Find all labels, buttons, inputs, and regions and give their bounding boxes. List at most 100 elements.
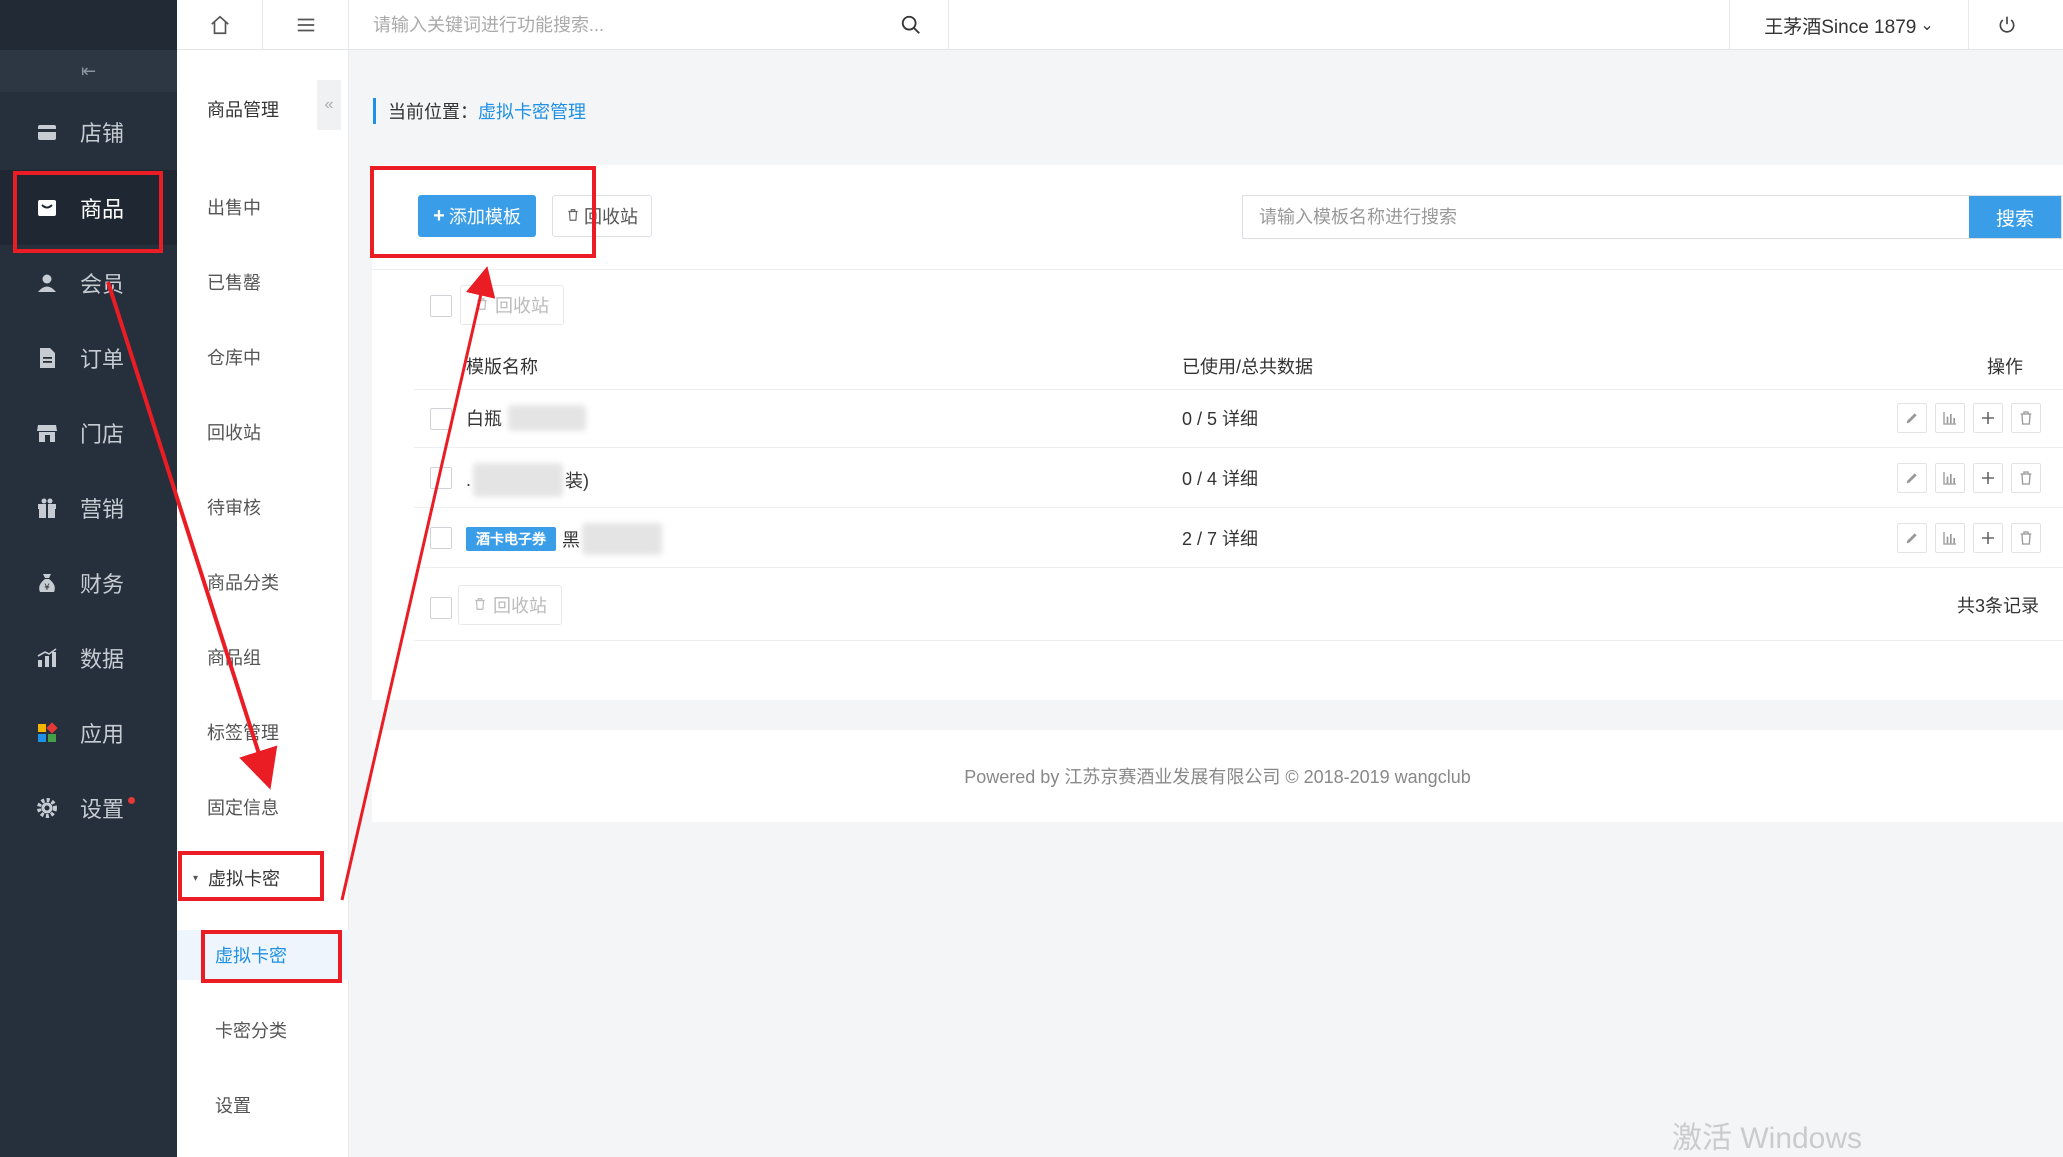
usage-detail-link[interactable]: 0 / 5 详细: [1182, 405, 1258, 431]
trash-icon[interactable]: [2011, 463, 2041, 493]
row-checkbox[interactable]: [430, 408, 452, 430]
bulk-recycle-label: 回收站: [495, 296, 549, 316]
table-row-name: . 装): [466, 463, 589, 497]
total-records: 共3条记录: [1956, 596, 2039, 616]
top-bar: 王茅酒Since 1879 ⌄: [177, 0, 2063, 50]
row-divider: [414, 507, 2063, 508]
plus-icon[interactable]: [1973, 463, 2003, 493]
table-row-name: 白瓶: [466, 405, 586, 431]
user-menu[interactable]: 王茅酒Since 1879 ⌄: [1729, 0, 1969, 50]
column-header-name: 模版名称: [466, 357, 538, 377]
breadcrumb-current-link[interactable]: 虚拟卡密管理: [478, 98, 586, 124]
row-actions: [1897, 523, 2041, 553]
collapse-menu-icon[interactable]: ⇤: [0, 50, 177, 92]
search-button[interactable]: 搜索: [1969, 196, 2061, 238]
footer-text: Powered by 江苏京赛酒业发展有限公司 © 2018-2019 wang…: [964, 767, 1471, 787]
template-name: 黑: [562, 530, 580, 550]
plus-icon[interactable]: [1973, 523, 2003, 553]
edit-icon[interactable]: [1897, 463, 1927, 493]
template-panel: + 添加模板 回收站 搜索 回收站 模版名称 已使用/总共数据 操作 白瓶 0 …: [372, 165, 2063, 700]
template-name: 白瓶: [466, 409, 502, 429]
submenu-child-settings[interactable]: 设置: [177, 1080, 349, 1130]
bar-chart-icon: [34, 645, 60, 671]
row-divider: [414, 447, 2063, 448]
redacted-text: [508, 405, 586, 431]
edit-icon[interactable]: [1897, 403, 1927, 433]
submenu-collapse-button[interactable]: «: [317, 80, 341, 130]
row-checkbox[interactable]: [430, 527, 452, 549]
sidebar-item-finance[interactable]: ¥ 财务: [0, 545, 177, 620]
redacted-text: [582, 523, 662, 555]
sidebar-item-label: 应用: [80, 721, 125, 747]
goods-submenu: 商品管理 « 出售中 已售罄 仓库中 回收站 待审核 商品分类 商品组 标签管理…: [177, 0, 349, 1157]
sidebar-item-label: 会员: [80, 271, 125, 297]
submenu-item-recycle-bin[interactable]: 回收站: [207, 419, 261, 445]
row-checkbox[interactable]: [430, 467, 452, 489]
divider: [372, 269, 2063, 270]
order-icon: [34, 345, 60, 371]
template-name-suffix: 装): [565, 471, 590, 491]
power-icon[interactable]: [1977, 0, 2037, 50]
bulk-recycle-button[interactable]: 回收站: [460, 285, 564, 325]
sidebar-item-shop[interactable]: 门店: [0, 395, 177, 470]
stats-icon[interactable]: [1935, 523, 1965, 553]
sidebar-item-label: 订单: [80, 346, 125, 372]
function-search: [349, 0, 949, 50]
submenu-item-warehouse[interactable]: 仓库中: [207, 344, 261, 370]
search-icon[interactable]: [900, 14, 922, 41]
money-bag-icon: ¥: [34, 570, 60, 596]
sidebar-item-label: 数据: [80, 646, 125, 672]
trash-icon[interactable]: [2011, 403, 2041, 433]
breadcrumb: 当前位置： 虚拟卡密管理: [373, 98, 586, 124]
submenu-item-sold-out[interactable]: 已售罄: [207, 269, 261, 295]
sidebar-item-data[interactable]: 数据: [0, 620, 177, 695]
plus-icon[interactable]: [1973, 403, 2003, 433]
sidebar-logo-area: [0, 0, 177, 50]
submenu-item-fixed-info[interactable]: 固定信息: [207, 794, 279, 820]
table-row-name: 酒卡电子券 黑: [466, 523, 662, 555]
annotation-box-virtual-card-item: [201, 930, 342, 983]
sidebar-item-store[interactable]: 店铺: [0, 94, 177, 169]
member-icon: [34, 270, 60, 296]
sidebar-item-marketing[interactable]: 营销: [0, 470, 177, 545]
template-search: 搜索: [1242, 195, 2062, 239]
select-all-checkbox-bottom[interactable]: [430, 597, 452, 619]
home-icon[interactable]: [177, 0, 263, 50]
submenu-item-pending-review[interactable]: 待审核: [207, 494, 261, 520]
stats-icon[interactable]: [1935, 403, 1965, 433]
function-search-input[interactable]: [373, 14, 873, 36]
column-header-ops: 操作: [1987, 357, 2023, 377]
submenu-item-tags[interactable]: 标签管理: [207, 719, 279, 745]
submenu-item-on-sale[interactable]: 出售中: [207, 194, 261, 220]
usage-detail-link[interactable]: 0 / 4 详细: [1182, 465, 1258, 491]
sidebar-item-label: 门店: [80, 421, 125, 447]
sidebar-item-member[interactable]: 会员: [0, 245, 177, 320]
usage-detail-link[interactable]: 2 / 7 详细: [1182, 525, 1258, 551]
annotation-box-virtual-card-group: [178, 851, 324, 901]
sidebar-item-order[interactable]: 订单: [0, 320, 177, 395]
chevron-down-icon: ⌄: [1920, 17, 1934, 34]
svg-text:¥: ¥: [44, 583, 50, 593]
submenu-child-card-category[interactable]: 卡密分类: [177, 1005, 349, 1055]
row-actions: [1897, 463, 2041, 493]
row-actions: [1897, 403, 2041, 433]
bulk-recycle-button-bottom[interactable]: 回收站: [458, 585, 562, 625]
column-header-usage: 已使用/总共数据: [1182, 357, 1314, 377]
submenu-title: 商品管理: [207, 100, 279, 120]
hamburger-menu-icon[interactable]: [263, 0, 349, 50]
template-search-input[interactable]: [1243, 196, 1969, 238]
gift-icon: [34, 495, 60, 521]
gear-icon: [34, 795, 60, 821]
trash-icon: [475, 295, 489, 316]
bulk-recycle-label: 回收站: [493, 596, 547, 616]
submenu-item-category[interactable]: 商品分类: [207, 569, 279, 595]
submenu-item-goods-group[interactable]: 商品组: [207, 644, 261, 670]
sidebar-item-apps[interactable]: 应用: [0, 695, 177, 770]
user-name: 王茅酒Since 1879: [1764, 16, 1917, 38]
stats-icon[interactable]: [1935, 463, 1965, 493]
edit-icon[interactable]: [1897, 523, 1927, 553]
select-all-checkbox[interactable]: [430, 295, 452, 317]
row-divider: [414, 389, 2063, 390]
trash-icon[interactable]: [2011, 523, 2041, 553]
sidebar-item-settings[interactable]: 设置: [0, 770, 177, 845]
